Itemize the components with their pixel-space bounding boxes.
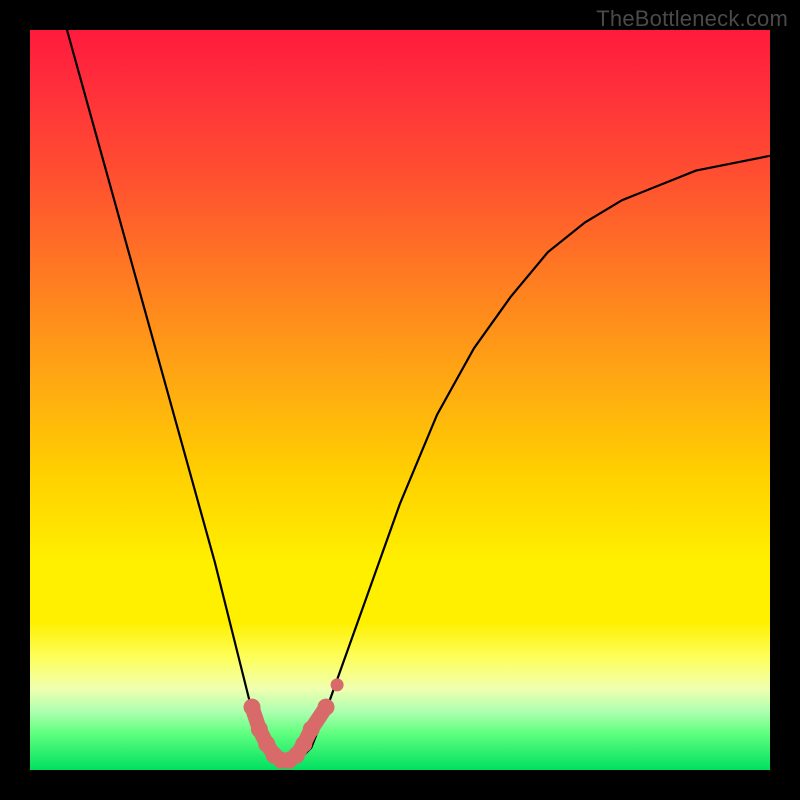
valley-marker-dot [251, 721, 268, 738]
valley-marker-dot [295, 736, 312, 753]
valley-marker-dot [318, 699, 335, 716]
valley-marker-dot [303, 721, 320, 738]
valley-marker-dot [244, 699, 261, 716]
valley-markers [244, 678, 344, 769]
valley-marker-dot [331, 678, 344, 691]
curve-layer [30, 30, 770, 770]
plot-area [30, 30, 770, 770]
watermark-text: TheBottleneck.com [596, 6, 788, 32]
bottleneck-curve [67, 30, 770, 763]
outer-frame: TheBottleneck.com [0, 0, 800, 800]
